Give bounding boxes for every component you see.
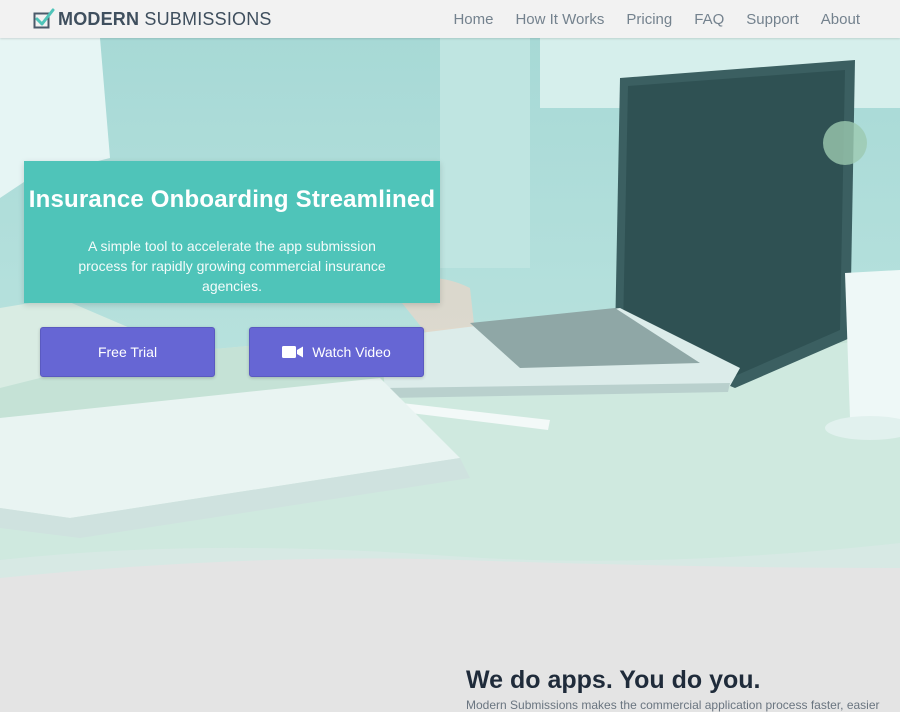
nav-link-how-it-works[interactable]: How It Works: [515, 11, 604, 28]
nav-links: Home How It Works Pricing FAQ Support Ab…: [453, 0, 860, 38]
intro-section: We do apps. You do you. Modern Submissio…: [0, 598, 900, 712]
brand-logo[interactable]: MODERN SUBMISSIONS: [33, 6, 272, 32]
nav-link-about[interactable]: About: [821, 11, 860, 28]
free-trial-button-label: Free Trial: [97, 344, 158, 360]
watch-video-button-label: Watch Video: [312, 344, 391, 360]
checkbox-check-icon: [33, 8, 55, 29]
nav-link-support[interactable]: Support: [746, 11, 799, 28]
nav-link-pricing[interactable]: Pricing: [626, 11, 672, 28]
section-text: Modern Submissions makes the commercial …: [466, 698, 880, 712]
nav-link-home[interactable]: Home: [453, 11, 493, 28]
video-camera-icon: [282, 346, 304, 358]
free-trial-button[interactable]: Free Trial: [40, 327, 215, 377]
brand-name: MODERN SUBMISSIONS: [58, 9, 272, 30]
nav-link-faq[interactable]: FAQ: [694, 11, 724, 28]
brand-name-light: SUBMISSIONS: [139, 8, 272, 29]
section-title: We do apps. You do you.: [466, 666, 761, 694]
top-nav: MODERN SUBMISSIONS Home How It Works Pri…: [0, 0, 900, 38]
watch-video-button[interactable]: Watch Video: [249, 327, 424, 377]
hero-section: [0, 38, 900, 598]
hero-background-image: [0, 38, 900, 598]
brand-name-bold: MODERN: [58, 8, 140, 29]
hero-title: Insurance Onboarding Streamlined: [28, 186, 436, 213]
hero-subtitle: A simple tool to accelerate the app subm…: [78, 238, 386, 294]
hero-headline-card: Insurance Onboarding Streamlined A simpl…: [24, 161, 440, 303]
